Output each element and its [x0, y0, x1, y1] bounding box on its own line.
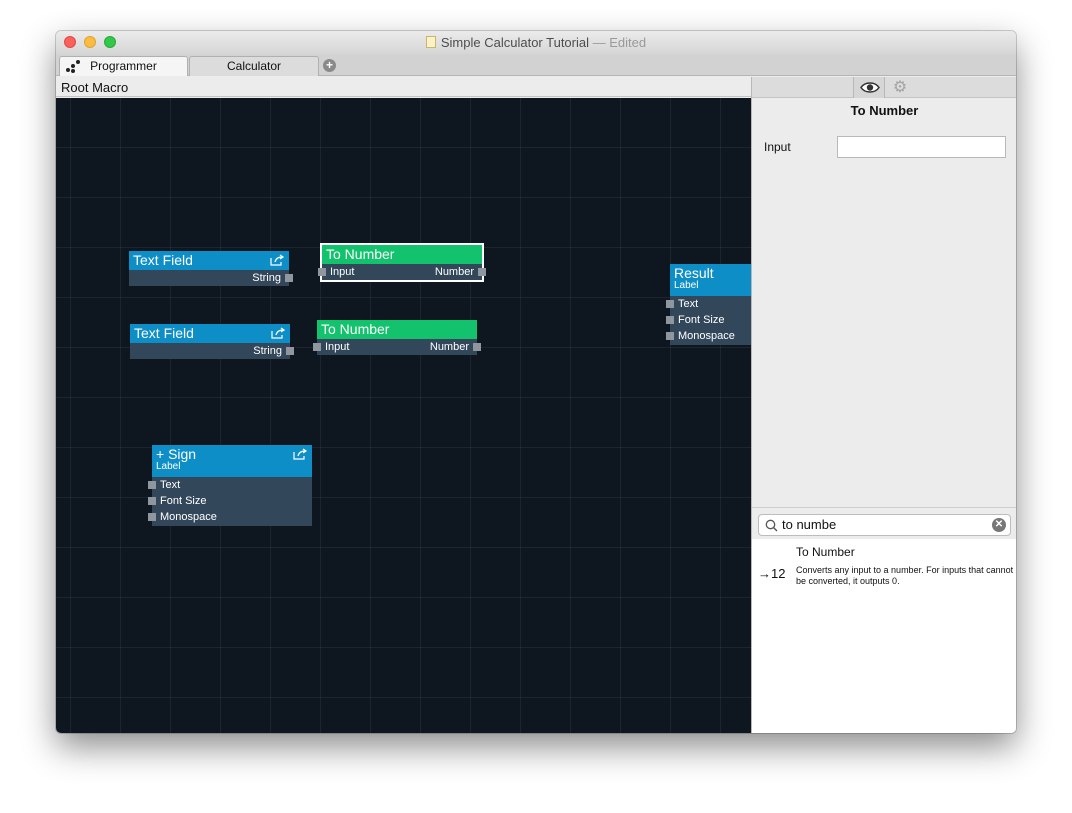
port-row: Font Size: [148, 493, 312, 509]
input-port[interactable]: [666, 332, 674, 340]
node-title: To Number: [326, 246, 395, 262]
search-icon: [765, 519, 778, 532]
edited-status: Edited: [609, 35, 647, 50]
breadcrumb[interactable]: Root Macro: [56, 77, 751, 97]
input-port-label: Input: [330, 266, 355, 278]
node-result[interactable]: Result Label Text Font Size Monospace: [666, 264, 751, 345]
node-subtitle: Label: [156, 461, 181, 472]
node-header[interactable]: To Number: [322, 245, 482, 264]
input-port[interactable]: [148, 481, 156, 489]
node-title: Text Field: [133, 252, 193, 268]
node-subtitle: Label: [674, 280, 699, 291]
list-item[interactable]: →12 To Number Converts any input to a nu…: [752, 539, 1016, 599]
share-icon[interactable]: [270, 254, 285, 266]
node-body: Input Number: [318, 264, 486, 280]
tab-bar: Programmer Calculator +: [56, 54, 1016, 76]
plus-icon[interactable]: +: [323, 59, 336, 72]
search-area: to numbe ✕: [752, 507, 1016, 539]
document-icon: [425, 36, 436, 48]
input-port-label: Input: [325, 341, 350, 353]
port-row: String: [130, 343, 294, 359]
input-port-label: Font Size: [678, 314, 725, 326]
port-row: Monospace: [666, 328, 751, 344]
output-port-label: String: [253, 345, 282, 357]
input-port-label: Monospace: [678, 330, 735, 342]
output-port[interactable]: [286, 347, 294, 355]
programmer-graph-icon: [66, 60, 80, 73]
node-text-field-2[interactable]: Text Field String: [130, 324, 294, 359]
share-icon[interactable]: [293, 448, 308, 460]
to-number-glyph-icon: →12: [758, 566, 786, 581]
input-port[interactable]: [666, 300, 674, 308]
node-title: + Sign: [156, 446, 197, 462]
result-description: Converts any input to a number. For inpu…: [796, 565, 1014, 586]
node-header[interactable]: Text Field: [130, 324, 290, 343]
port-row: Text: [666, 296, 751, 312]
input-port[interactable]: [313, 343, 321, 351]
gear-icon[interactable]: ⚙: [891, 79, 909, 97]
port-row: Font Size: [666, 312, 751, 328]
search-results: →12 To Number Converts any input to a nu…: [752, 539, 1016, 733]
result-name: To Number: [796, 545, 855, 559]
output-port[interactable]: [285, 274, 293, 282]
port-row: Input Number: [313, 339, 481, 355]
port-row: Text: [148, 477, 312, 493]
input-port-label: Font Size: [160, 495, 207, 507]
node-to-number-1[interactable]: To Number Input Number: [318, 243, 486, 282]
input-field[interactable]: [837, 136, 1006, 158]
node-body: Text Font Size Monospace: [666, 296, 751, 345]
title-separator: —: [592, 35, 606, 50]
share-icon[interactable]: [271, 327, 286, 339]
inspector-panel: ⚙ To Number Input to numbe ✕ →12 To Numb…: [751, 77, 1016, 733]
input-port-label: Text: [160, 479, 181, 491]
clear-search-icon[interactable]: ✕: [992, 518, 1006, 532]
window-title: Simple Calculator Tutorial — Edited: [56, 35, 1016, 50]
input-port-label: Text: [678, 298, 699, 310]
node-header[interactable]: To Number: [317, 320, 477, 339]
node-title: Result: [674, 265, 714, 281]
search-input[interactable]: to numbe ✕: [758, 514, 1011, 536]
node-header[interactable]: Result Label: [670, 264, 751, 296]
node-plus-sign[interactable]: + Sign Label Text Font Size Monospace: [148, 445, 312, 526]
node-body: String: [129, 270, 293, 286]
node-body: Text Font Size Monospace: [148, 477, 312, 526]
output-port-label: Number: [429, 341, 469, 353]
search-query: to numbe: [782, 517, 837, 532]
input-port[interactable]: [148, 497, 156, 505]
title-bar: Simple Calculator Tutorial — Edited: [56, 31, 1016, 54]
input-port[interactable]: [148, 513, 156, 521]
input-port[interactable]: [318, 268, 326, 276]
inspector-toolbar: ⚙: [752, 77, 1016, 98]
breadcrumb-root[interactable]: Root Macro: [61, 80, 128, 95]
tab-programmer-label: Programmer: [90, 59, 157, 73]
input-port[interactable]: [666, 316, 674, 324]
tab-calculator-label: Calculator: [226, 59, 282, 73]
output-port-label: String: [252, 272, 281, 284]
node-to-number-2[interactable]: To Number Input Number: [313, 320, 481, 355]
node-body: String: [130, 343, 294, 359]
output-port[interactable]: [473, 343, 481, 351]
node-body: Input Number: [313, 339, 481, 355]
tab-calculator[interactable]: Calculator: [189, 56, 319, 76]
app-window: Simple Calculator Tutorial — Edited Prog…: [56, 31, 1016, 733]
node-title: To Number: [321, 321, 390, 337]
node-title: Text Field: [134, 325, 194, 341]
port-row: Monospace: [148, 509, 312, 525]
output-port[interactable]: [478, 268, 486, 276]
output-port-label: Number: [434, 266, 474, 278]
input-field-label: Input: [764, 140, 791, 154]
input-port-label: Monospace: [160, 511, 217, 523]
inspector-title: To Number: [850, 103, 919, 118]
node-header[interactable]: + Sign Label: [152, 445, 312, 477]
tab-programmer[interactable]: Programmer: [59, 56, 188, 76]
macro-canvas[interactable]: Text Field String Text Field String To N…: [56, 98, 751, 733]
window-title-text: Simple Calculator Tutorial: [440, 35, 589, 50]
port-row: String: [129, 270, 293, 286]
node-header[interactable]: Text Field: [129, 251, 289, 270]
port-row: Input Number: [318, 264, 486, 280]
eye-icon[interactable]: [853, 77, 885, 98]
node-text-field-1[interactable]: Text Field String: [129, 251, 293, 286]
